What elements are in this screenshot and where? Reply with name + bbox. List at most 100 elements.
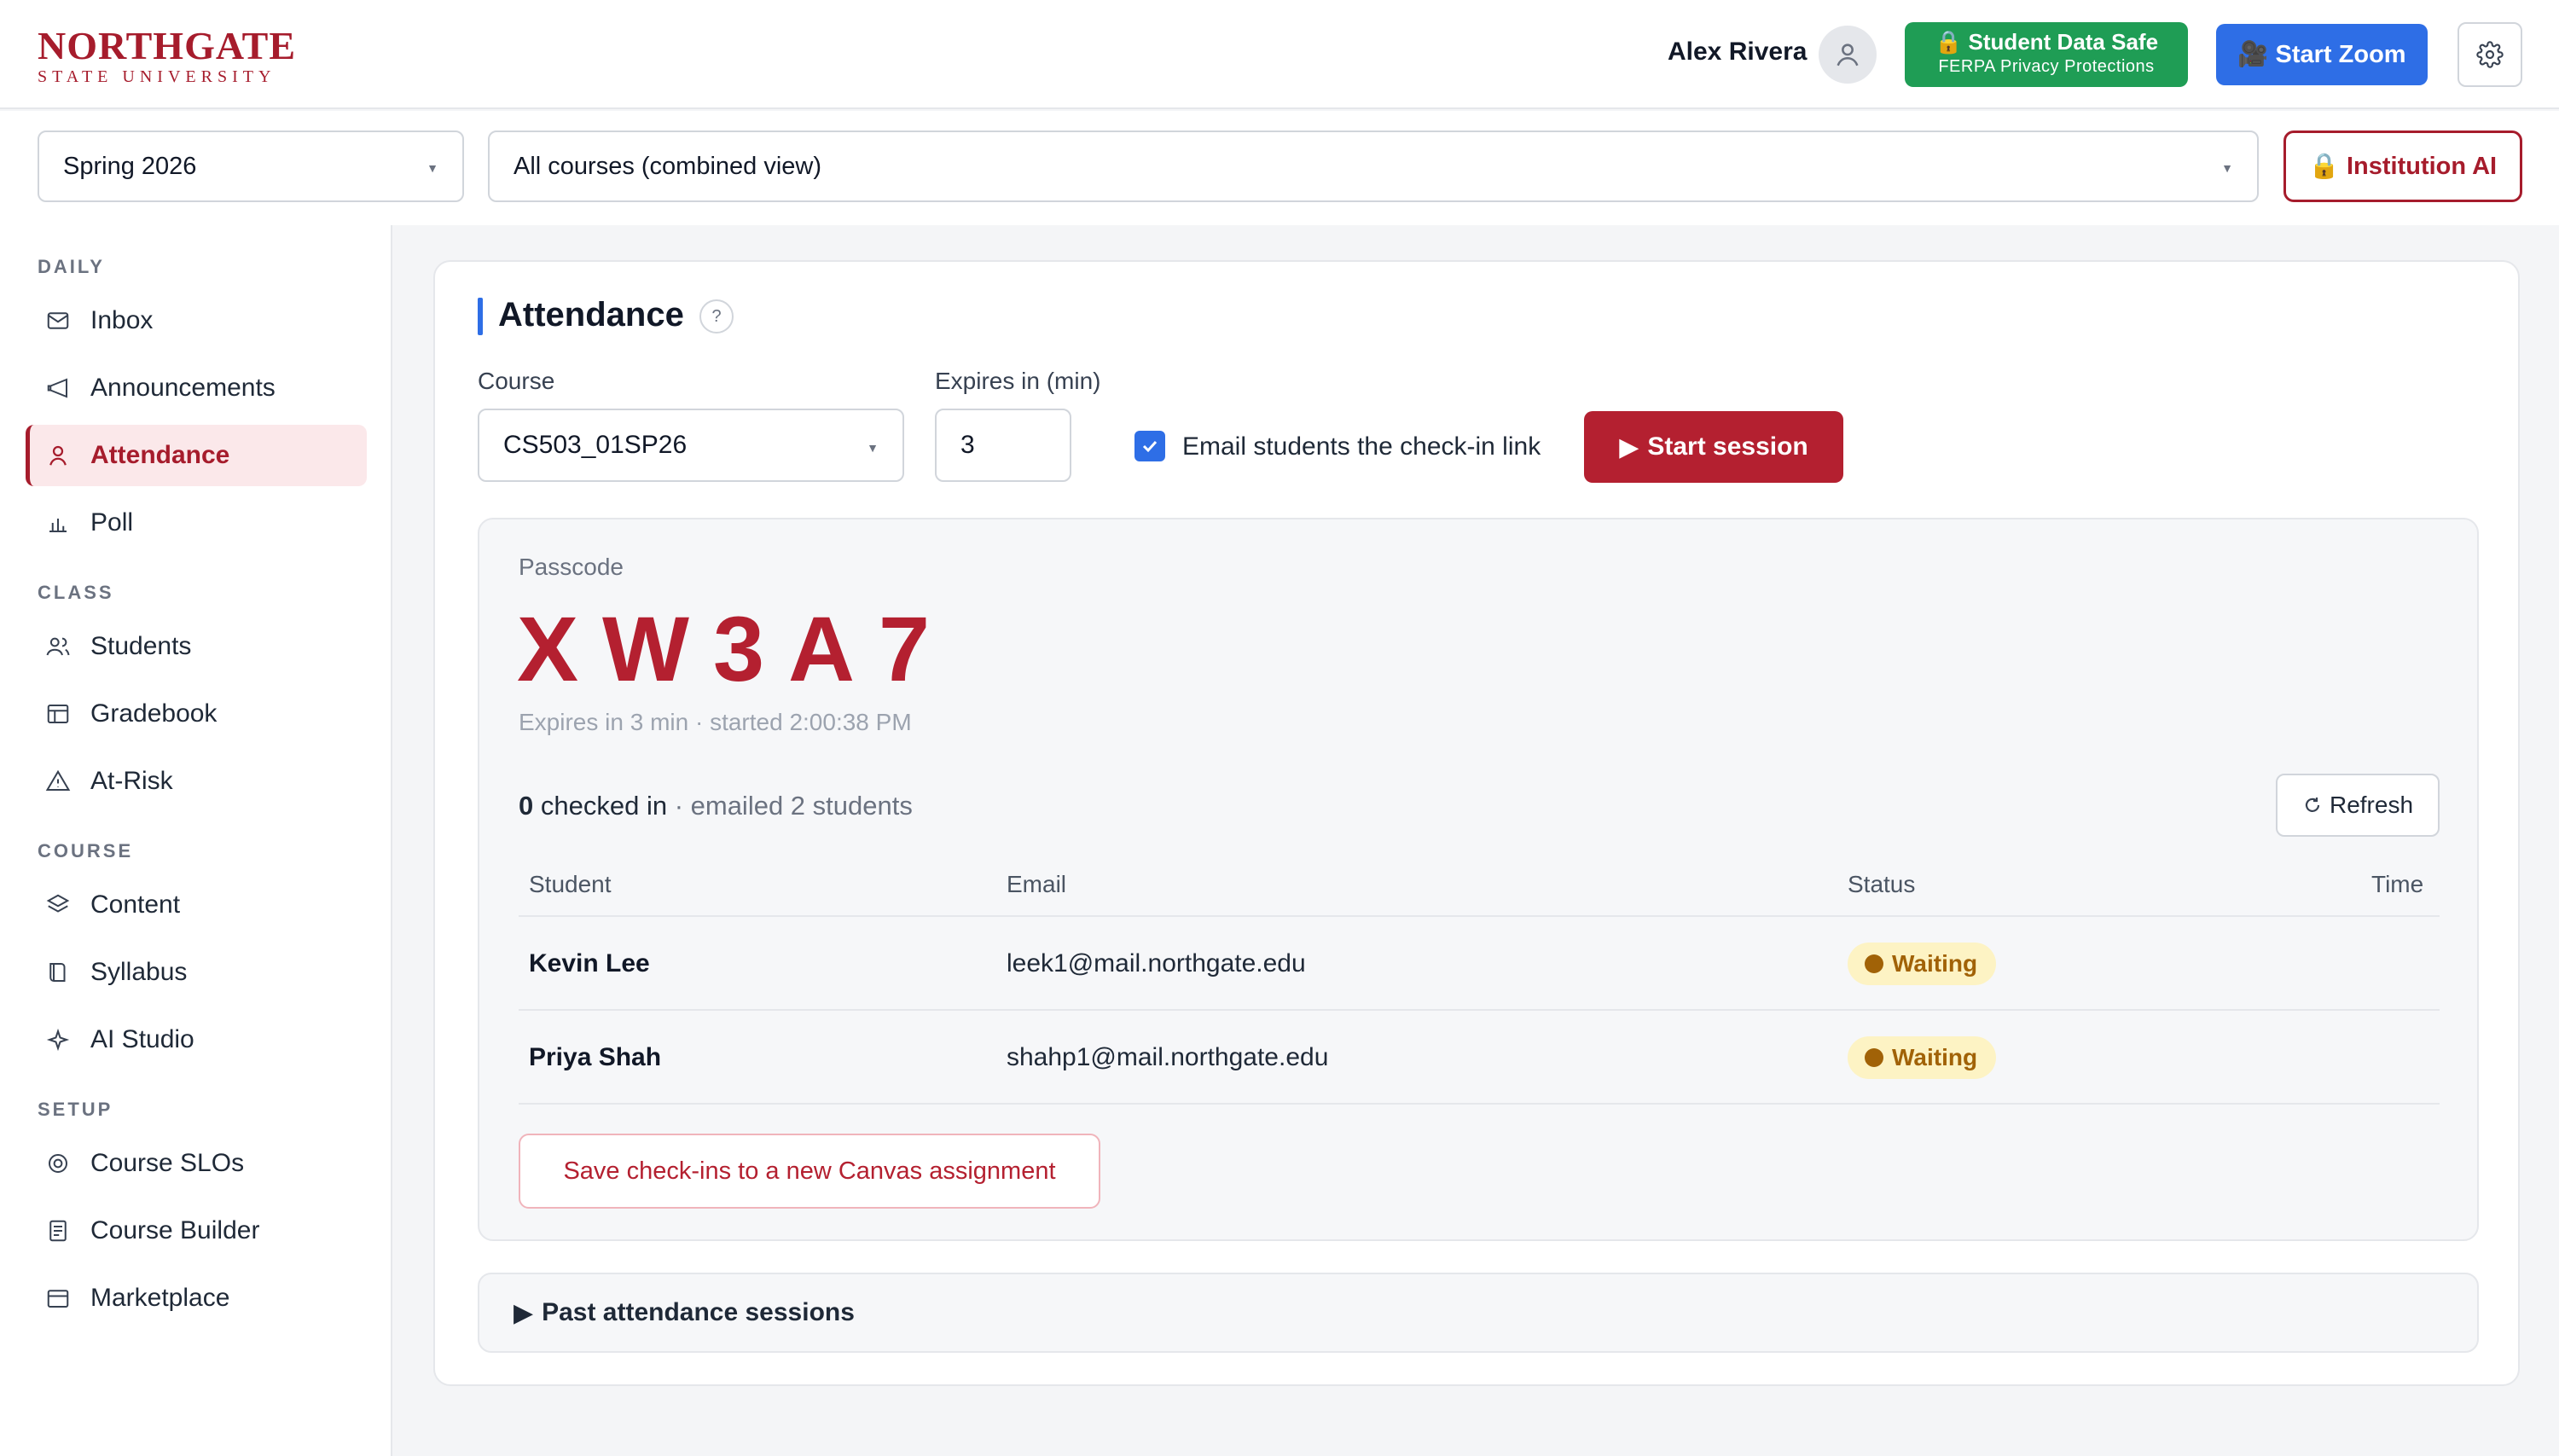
- mail-icon: [41, 304, 75, 338]
- past-sessions-toggle[interactable]: ▶ Past attendance sessions: [478, 1273, 2479, 1353]
- student-name: Priya Shah: [529, 1043, 662, 1071]
- student-name: Kevin Lee: [529, 949, 650, 977]
- title-accent-bar: [478, 298, 483, 335]
- video-camera-icon: 🎥: [2237, 41, 2269, 68]
- passcode-label: Passcode: [519, 554, 624, 580]
- megaphone-icon: [41, 371, 75, 405]
- passcode-meta: Expires in 3 min · started 2:00:38 PM: [519, 709, 912, 735]
- sidebar-item-students[interactable]: Students: [26, 616, 367, 677]
- expires-label: Expires in (min): [935, 368, 1101, 394]
- email-students-checkbox[interactable]: [1134, 431, 1165, 461]
- avatar[interactable]: [1819, 26, 1877, 84]
- sidebar-item-syllabus[interactable]: Syllabus: [26, 942, 367, 1003]
- expires-input-value: 3: [960, 431, 975, 459]
- sidebar-item-course-builder[interactable]: Course Builder: [26, 1200, 367, 1262]
- play-icon: ▶: [1619, 432, 1639, 461]
- triangle-right-icon: ▶: [514, 1298, 534, 1327]
- student-email: shahp1@mail.northgate.edu: [1007, 1043, 1329, 1071]
- column-header-email[interactable]: Email: [1007, 871, 1066, 898]
- lock-icon: 🔒: [2308, 153, 2340, 180]
- refresh-label: Refresh: [2329, 792, 2414, 818]
- page-title: Attendance: [498, 296, 684, 334]
- sidebar: DAILY Inbox Announcements Attendance Pol…: [0, 225, 392, 1456]
- expires-input[interactable]: 3: [935, 409, 1071, 482]
- sidebar-item-ai-studio[interactable]: AI Studio: [26, 1009, 367, 1070]
- layers-icon: [41, 888, 75, 922]
- student-data-safe-subtitle: FERPA Privacy Protections: [1938, 57, 2155, 76]
- course-scope-select[interactable]: All courses (combined view) ▼: [488, 131, 2259, 202]
- sidebar-item-marketplace[interactable]: Marketplace: [26, 1267, 367, 1329]
- users-icon: [41, 629, 75, 664]
- email-students-label[interactable]: Email students the check-in link: [1182, 432, 1541, 461]
- status-text: Waiting: [1892, 1044, 1978, 1070]
- student-data-safe-title: 🔒 Student Data Safe: [1934, 29, 2159, 55]
- start-session-button[interactable]: ▶ Start session: [1584, 411, 1843, 483]
- sidebar-item-label: Marketplace: [90, 1284, 230, 1312]
- sidebar-section-setup: SETUP: [38, 1099, 113, 1120]
- sidebar-item-label: Students: [90, 632, 192, 660]
- institution-ai-button[interactable]: 🔒 Institution AI: [2283, 131, 2522, 202]
- course-label: Course: [478, 368, 555, 394]
- student-email: leek1@mail.northgate.edu: [1007, 949, 1306, 977]
- column-header-status[interactable]: Status: [1848, 871, 1915, 898]
- start-zoom-label: Start Zoom: [2275, 40, 2406, 68]
- status-text: Waiting: [1892, 950, 1978, 977]
- app-root: NORTHGATE STATE UNIVERSITY Alex Rivera 🔒…: [0, 0, 2559, 1456]
- institution-ai-label: Institution AI: [2346, 152, 2498, 180]
- sidebar-item-label: Gradebook: [90, 699, 218, 728]
- user-name: Alex Rivera: [1668, 38, 1808, 66]
- attendance-card: Attendance ? Course CS503_01SP26 ▼ Expir…: [433, 260, 2520, 1386]
- sidebar-item-inbox[interactable]: Inbox: [26, 290, 367, 351]
- row-divider: [519, 1009, 2440, 1011]
- column-header-time[interactable]: Time: [2371, 871, 2423, 898]
- status-dot-icon: [1865, 1048, 1883, 1067]
- filter-bar: Spring 2026 ▼ All courses (combined view…: [0, 111, 2559, 225]
- sidebar-item-label: Poll: [90, 508, 134, 537]
- checked-in-count: 0: [519, 791, 534, 821]
- sidebar-item-attendance[interactable]: Attendance: [26, 425, 367, 486]
- sidebar-item-content[interactable]: Content: [26, 874, 367, 936]
- sidebar-item-label: AI Studio: [90, 1025, 194, 1053]
- sidebar-section-course: COURSE: [38, 840, 134, 861]
- sidebar-item-at-risk[interactable]: At-Risk: [26, 751, 367, 812]
- row-divider: [519, 1103, 2440, 1105]
- settings-button[interactable]: [2457, 22, 2522, 87]
- table-icon: [41, 697, 75, 731]
- checkmark-icon: [1142, 440, 1158, 453]
- chevron-down-icon: ▼: [2221, 161, 2233, 175]
- gear-icon: [2476, 41, 2504, 68]
- sidebar-item-label: Course Builder: [90, 1216, 260, 1244]
- column-header-student[interactable]: Student: [529, 871, 612, 898]
- chevron-down-icon: ▼: [867, 441, 879, 455]
- document-icon: [41, 1214, 75, 1248]
- past-sessions-label: Past attendance sessions: [542, 1298, 855, 1326]
- course-select[interactable]: CS503_01SP26 ▼: [478, 409, 904, 482]
- logo-main-text: NORTHGATE: [38, 24, 297, 67]
- refresh-button[interactable]: Refresh: [2276, 774, 2440, 837]
- start-zoom-button[interactable]: 🎥 Start Zoom: [2216, 24, 2428, 85]
- term-select-value: Spring 2026: [63, 152, 197, 180]
- sidebar-section-daily: DAILY: [38, 256, 105, 277]
- sidebar-item-label: Syllabus: [90, 958, 188, 986]
- sidebar-section-class: CLASS: [38, 582, 114, 603]
- help-icon[interactable]: ?: [699, 299, 734, 334]
- bar-chart-icon: [41, 506, 75, 540]
- university-logo[interactable]: NORTHGATE STATE UNIVERSITY: [38, 26, 296, 87]
- passcode-value: XW3A7: [517, 597, 955, 700]
- top-header: NORTHGATE STATE UNIVERSITY Alex Rivera 🔒…: [0, 0, 2559, 109]
- start-session-label: Start session: [1647, 432, 1808, 461]
- table-header-divider: [519, 915, 2440, 917]
- sidebar-item-gradebook[interactable]: Gradebook: [26, 683, 367, 745]
- save-to-canvas-button[interactable]: Save check-ins to a new Canvas assignmen…: [519, 1134, 1100, 1209]
- chevron-down-icon: ▼: [426, 161, 438, 175]
- sidebar-item-course-slos[interactable]: Course SLOs: [26, 1133, 367, 1194]
- student-data-safe-button[interactable]: 🔒 Student Data Safe FERPA Privacy Protec…: [1905, 22, 2188, 87]
- term-select[interactable]: Spring 2026 ▼: [38, 131, 464, 202]
- sidebar-item-label: Attendance: [90, 441, 230, 469]
- course-scope-value: All courses (combined view): [514, 152, 822, 180]
- sidebar-item-label: Announcements: [90, 374, 276, 402]
- sidebar-item-announcements[interactable]: Announcements: [26, 357, 367, 419]
- person-icon: [41, 438, 75, 473]
- sidebar-item-poll[interactable]: Poll: [26, 492, 367, 554]
- sidebar-item-label: Course SLOs: [90, 1149, 245, 1177]
